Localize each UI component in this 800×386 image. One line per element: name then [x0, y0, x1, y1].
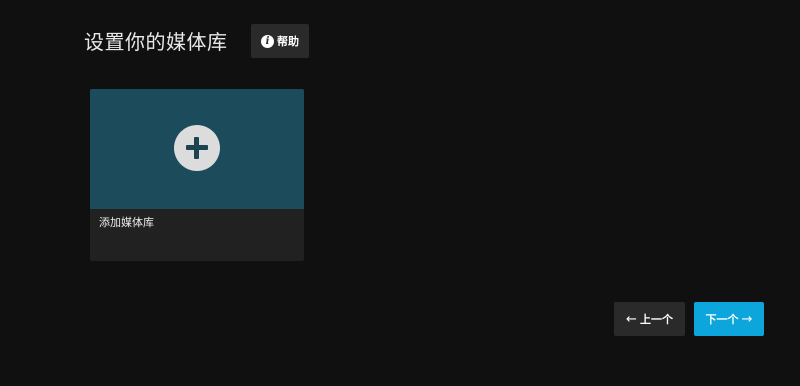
setup-wizard-page: 设置你的媒体库 i 帮助 添加媒体库 ← 上一个 下一个 →	[0, 0, 800, 386]
add-library-card-label: 添加媒体库	[99, 216, 154, 229]
arrow-left-icon: ←	[626, 311, 637, 327]
info-icon: i	[261, 34, 274, 48]
plus-icon-vertical-bar	[194, 137, 199, 159]
arrow-right-icon: →	[741, 311, 753, 327]
previous-button[interactable]: ← 上一个	[614, 302, 685, 336]
help-button-label: 帮助	[277, 35, 299, 48]
help-button[interactable]: i 帮助	[251, 24, 309, 58]
previous-button-label: 上一个	[639, 313, 673, 326]
add-library-card-image	[90, 89, 304, 209]
plus-icon	[174, 125, 220, 171]
next-button[interactable]: 下一个 →	[694, 302, 764, 336]
page-title: 设置你的媒体库	[84, 30, 228, 54]
add-library-card[interactable]: 添加媒体库	[90, 89, 304, 261]
next-button-label: 下一个	[705, 313, 739, 326]
